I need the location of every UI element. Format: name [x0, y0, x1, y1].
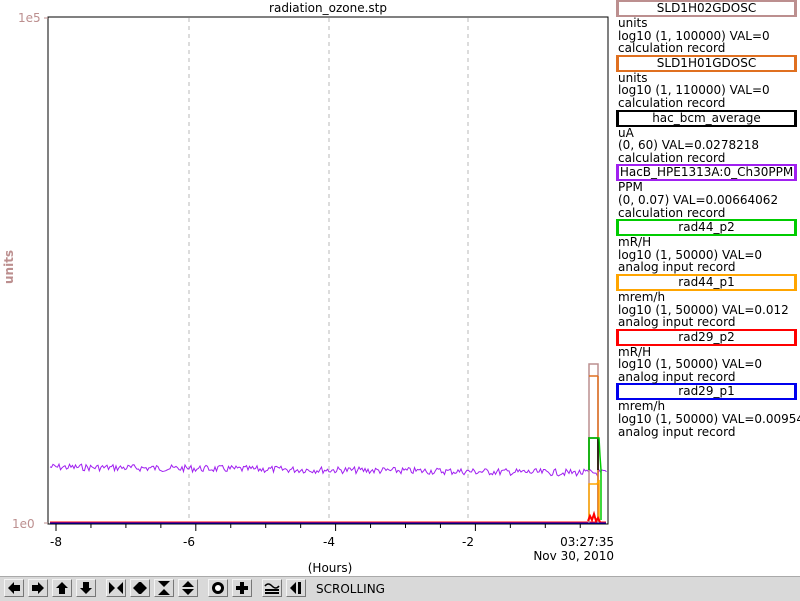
zoom-out-horizontal-icon	[133, 582, 147, 594]
pan-up-button[interactable]	[52, 579, 72, 597]
arrow-up-icon	[56, 582, 68, 594]
legend-channel-name[interactable]: rad44_p1	[616, 273, 797, 291]
zoom-out-y-button[interactable]	[178, 579, 198, 597]
legend-entry[interactable]: SLD1H02GDOSC units log10 (1, 100000) VAL=0…	[614, 0, 800, 55]
zoom-out-vertical-icon	[182, 581, 194, 595]
zoom-in-horizontal-icon	[109, 582, 123, 594]
legend-range: log10 (1, 50000) VAL=0.00954	[618, 412, 800, 427]
pan-right-button[interactable]	[28, 579, 48, 597]
pan-down-button[interactable]	[76, 579, 96, 597]
y-axis-label: units	[2, 249, 16, 284]
legend-record: calculation record	[618, 205, 726, 220]
x-axis-ticks	[55, 524, 581, 531]
zoom-in-x-button[interactable]	[106, 579, 126, 597]
plot-canvas[interactable]	[0, 0, 612, 560]
x-tick-label: -2	[462, 535, 474, 549]
toolbar: SCROLLING	[0, 576, 800, 601]
y-axis-bottom-label: 1e0	[12, 517, 35, 531]
legend-record: analog input record	[618, 369, 736, 384]
x-axis-label: (Hours)	[307, 561, 353, 575]
legend-channel-name[interactable]: SLD1H01GDOSC	[616, 54, 797, 72]
zoom-out-x-button[interactable]	[130, 579, 150, 597]
legend-record: analog input record	[618, 260, 736, 275]
legend-record: calculation record	[618, 150, 726, 165]
legend-entry[interactable]: rad29_p1 mrem/h log10 (1, 50000) VAL=0.009…	[614, 383, 800, 438]
legend-channel-name[interactable]: rad29_p1	[616, 383, 797, 401]
legend-channel-name[interactable]: rad44_p2	[616, 219, 797, 237]
arrow-down-icon	[80, 582, 92, 594]
legend-record: analog input record	[618, 315, 736, 330]
legend-channel-name[interactable]: rad29_p2	[616, 328, 797, 346]
y-axis-top-label: 1e5	[18, 11, 41, 25]
x-tick-label: -8	[50, 535, 62, 549]
mode-label: SCROLLING	[316, 582, 385, 596]
x-axis-end-date: Nov 30, 2010	[533, 549, 614, 563]
plus-icon	[236, 582, 248, 594]
arrow-left-icon	[8, 582, 20, 594]
legend-range: log10 (1, 50000) VAL=0	[618, 357, 763, 372]
scroll-left-icon	[290, 582, 301, 594]
x-tick-label: -4	[323, 535, 335, 549]
legend-channel-name[interactable]: HacB_HPE1313A:0_Ch30PPM	[616, 164, 797, 182]
waveform-icon	[264, 583, 280, 594]
legend-range: (0, 60) VAL=0.0278218	[618, 138, 759, 153]
legend-unit: units	[618, 16, 648, 30]
legend-unit: mrem/h	[618, 289, 666, 304]
legend-channel-name[interactable]: SLD1H02GDOSC	[616, 0, 797, 17]
legend-record: calculation record	[618, 95, 726, 110]
legend-entry[interactable]: rad44_p1 mrem/h log10 (1, 50000) VAL=0.012…	[614, 273, 800, 330]
legend-record: calculation record	[618, 41, 726, 56]
scroll-mode-button[interactable]	[286, 579, 306, 597]
legend-entry[interactable]: hac_bcm_average uA (0, 60) VAL=0.0278218 ca…	[614, 109, 800, 165]
legend-range: (0, 0.07) VAL=0.00664062	[618, 192, 779, 207]
x-tick-label: -6	[183, 535, 195, 549]
pan-left-button[interactable]	[4, 579, 24, 597]
reset-button[interactable]	[232, 579, 252, 597]
legend-entry[interactable]: SLD1H01GDOSC units log10 (1, 110000) VAL=0…	[614, 54, 800, 110]
config-button[interactable]	[262, 579, 282, 597]
legend-record: analog input record	[618, 424, 736, 439]
legend: SLD1H02GDOSC units log10 (1, 100000) VAL=0…	[614, 0, 800, 438]
zoom-in-vertical-icon	[158, 581, 170, 595]
zoom-in-y-button[interactable]	[154, 579, 174, 597]
x-axis-end-time: 03:27:35	[560, 535, 614, 549]
legend-entry[interactable]: rad44_p2 mR/H log10 (1, 50000) VAL=0 analog…	[614, 219, 800, 274]
legend-unit: mR/H	[618, 235, 652, 250]
auto-scale-button[interactable]	[208, 579, 228, 597]
legend-channel-name[interactable]: hac_bcm_average	[616, 109, 797, 127]
circle-target-icon	[212, 582, 224, 594]
arrow-right-icon	[32, 582, 44, 594]
legend-entry[interactable]: HacB_HPE1313A:0_Ch30PPM PPM (0, 0.07) VAL=…	[614, 164, 800, 219]
legend-entry[interactable]: rad29_p2 mR/H log10 (1, 50000) VAL=0 analog…	[614, 328, 800, 384]
